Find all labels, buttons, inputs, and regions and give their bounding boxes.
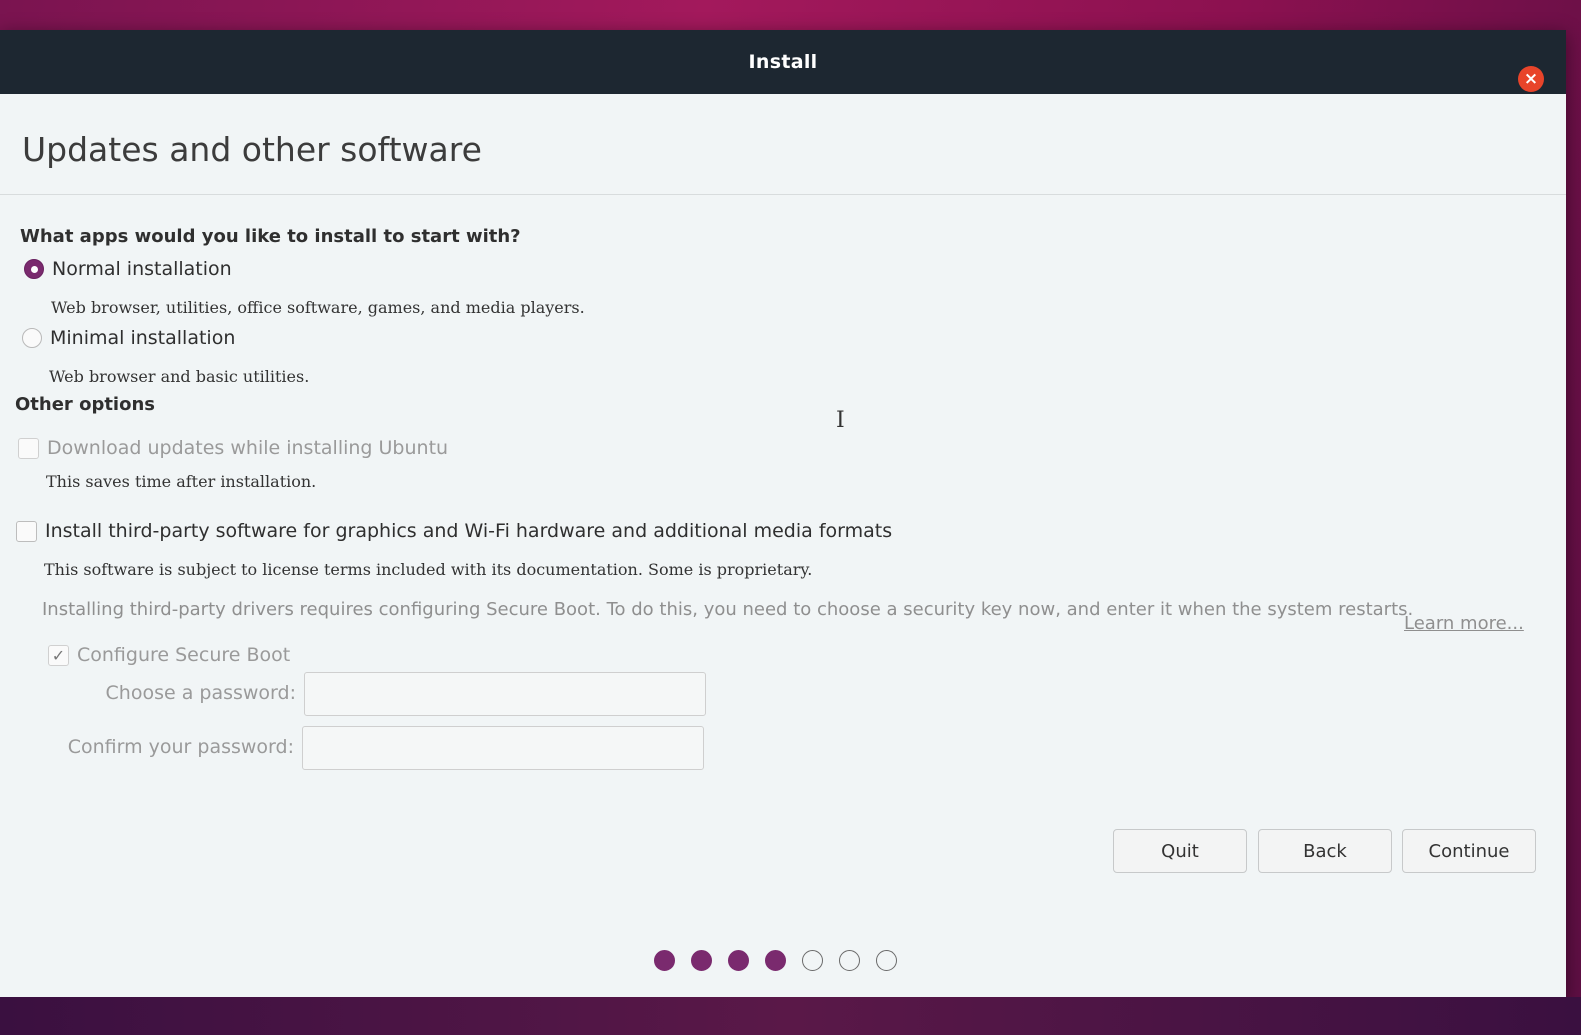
header-divider	[0, 194, 1566, 195]
progress-dot-pending	[839, 950, 860, 971]
title-bar: Install ×	[0, 30, 1566, 94]
progress-dot-complete	[654, 950, 675, 971]
minimal-installation-radio[interactable]	[22, 328, 42, 348]
text-cursor-icon: I	[836, 408, 845, 433]
close-icon[interactable]: ×	[1518, 66, 1544, 92]
third-party-label[interactable]: Install third-party software for graphic…	[45, 520, 892, 542]
minimal-installation-label[interactable]: Minimal installation	[50, 327, 235, 349]
confirm-password-input[interactable]	[302, 726, 704, 770]
download-updates-checkbox[interactable]	[18, 437, 39, 459]
continue-button[interactable]: Continue	[1402, 829, 1536, 873]
progress-dot-complete	[765, 950, 786, 971]
minimal-installation-option[interactable]: Minimal installation	[22, 327, 235, 349]
installer-window: Install × Updates and other software Wha…	[0, 30, 1566, 1002]
progress-dot-complete	[728, 950, 749, 971]
window-title: Install	[748, 51, 818, 73]
back-button[interactable]: Back	[1258, 829, 1392, 873]
progress-dot-pending	[876, 950, 897, 971]
progress-indicator	[654, 950, 897, 971]
quit-button[interactable]: Quit	[1113, 829, 1247, 873]
third-party-option[interactable]: Install third-party software for graphic…	[16, 520, 892, 542]
password-label: Choose a password:	[105, 682, 296, 704]
normal-installation-description: Web browser, utilities, office software,…	[51, 298, 585, 317]
checkmark-icon: ✓	[51, 645, 66, 665]
password-input[interactable]	[304, 672, 706, 716]
apps-question-heading: What apps would you like to install to s…	[20, 226, 521, 247]
secure-boot-info: Installing third-party drivers requires …	[42, 599, 1414, 620]
normal-installation-radio[interactable]	[24, 259, 44, 279]
third-party-description: This software is subject to license term…	[44, 560, 813, 579]
confirm-password-label: Confirm your password:	[67, 736, 294, 758]
learn-more-link[interactable]: Learn more...	[1404, 613, 1524, 634]
configure-secure-boot-label[interactable]: Configure Secure Boot	[77, 644, 290, 666]
download-updates-description: This saves time after installation.	[46, 472, 317, 491]
desktop-bottom	[0, 997, 1581, 1035]
configure-secure-boot-checkbox[interactable]: ✓	[48, 644, 69, 666]
page-title: Updates and other software	[22, 130, 482, 169]
third-party-checkbox[interactable]	[16, 520, 37, 542]
progress-dot-pending	[802, 950, 823, 971]
normal-installation-label[interactable]: Normal installation	[52, 258, 232, 280]
content-area: Updates and other software What apps wou…	[0, 94, 1566, 1002]
configure-secure-boot-option[interactable]: ✓ Configure Secure Boot	[48, 644, 290, 666]
download-updates-label[interactable]: Download updates while installing Ubuntu	[47, 437, 448, 459]
normal-installation-option[interactable]: Normal installation	[24, 258, 232, 280]
download-updates-option[interactable]: Download updates while installing Ubuntu	[18, 437, 448, 459]
progress-dot-complete	[691, 950, 712, 971]
minimal-installation-description: Web browser and basic utilities.	[49, 367, 310, 386]
other-options-heading: Other options	[15, 394, 155, 415]
